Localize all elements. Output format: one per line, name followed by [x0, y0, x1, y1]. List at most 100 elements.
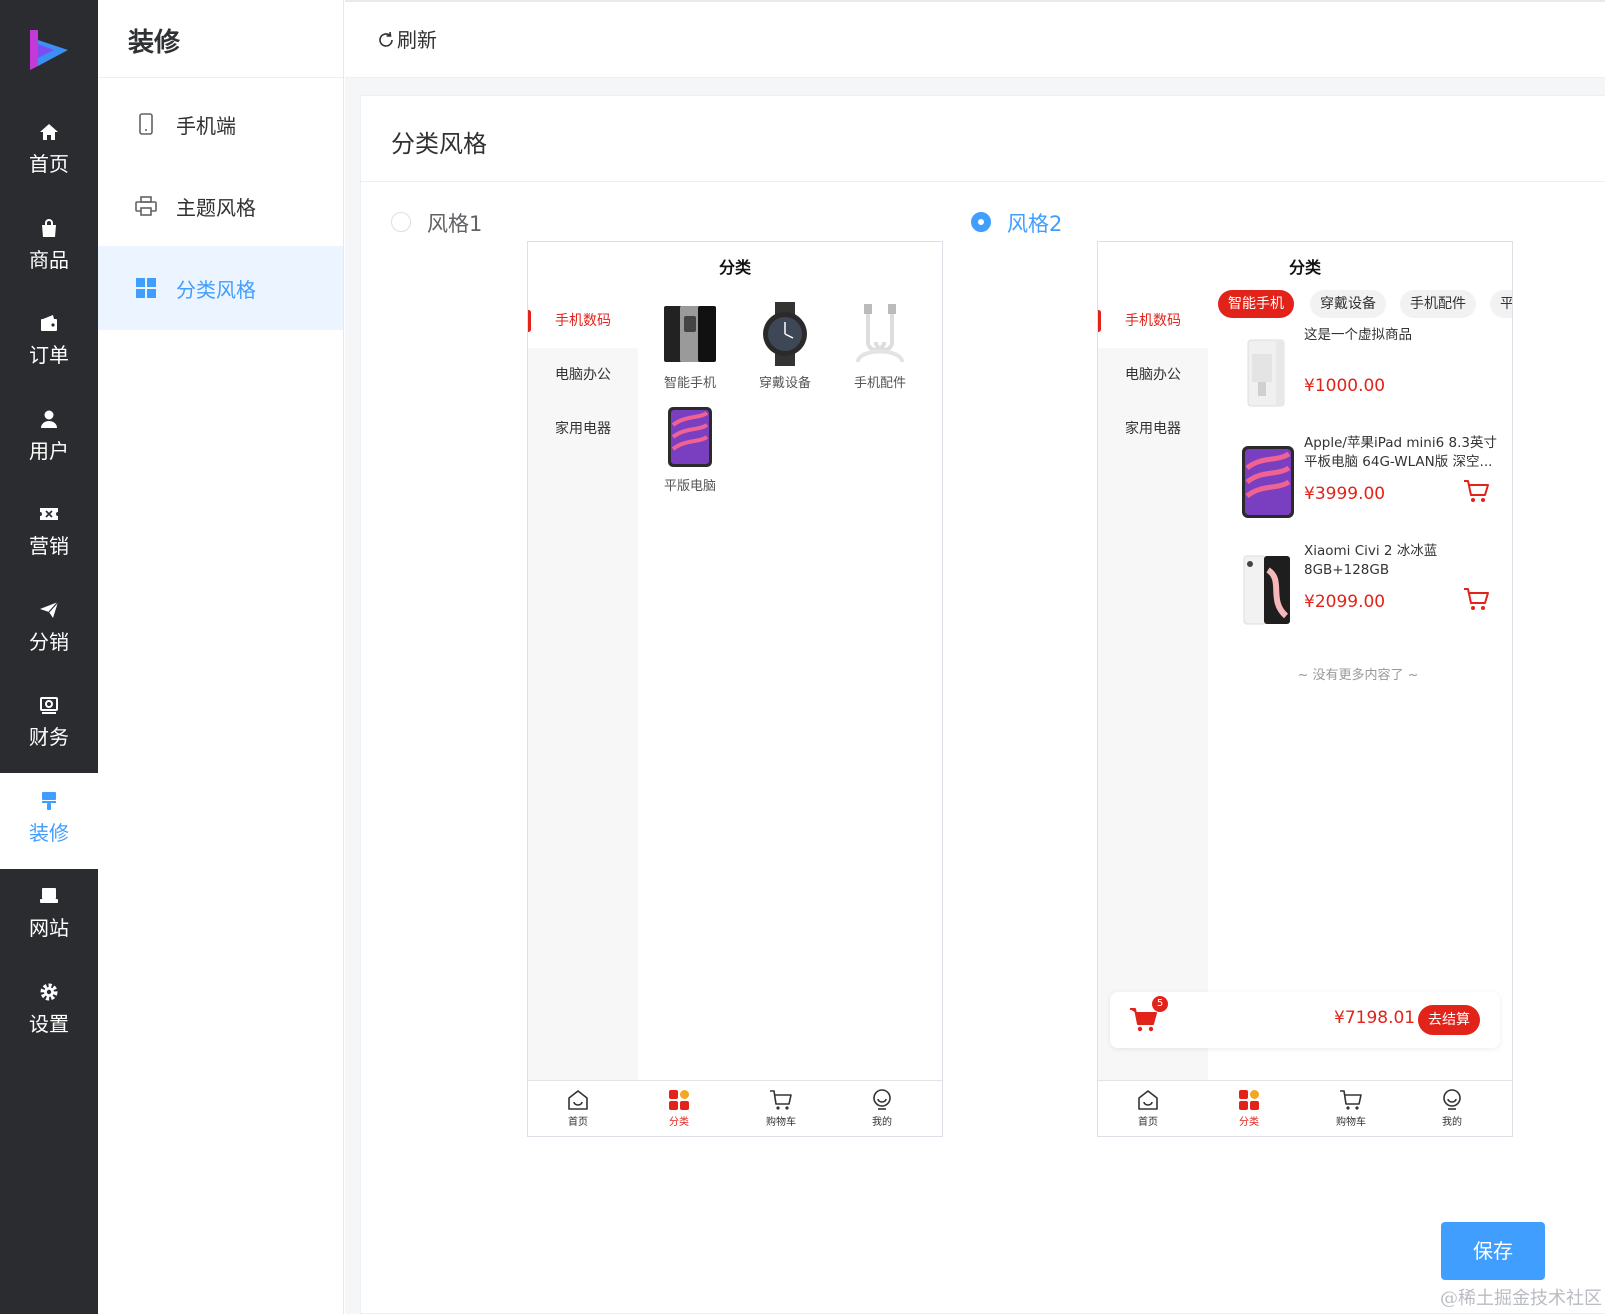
nav-goods-label: 商品 [29, 248, 69, 272]
top-bar: 刷新 [345, 0, 1605, 78]
grid-item-label: 穿戴设备 [758, 376, 811, 391]
category-sidebar: 手机数码 电脑办公 家用电器 [1098, 294, 1208, 1080]
smartphone-product-image [664, 306, 716, 362]
cart-tab-icon [1340, 1090, 1362, 1110]
grid-item-wearable[interactable]: 穿戴设备 [740, 302, 830, 391]
nav-finance[interactable]: 财务 [0, 677, 98, 773]
grid-item-label: 平版电脑 [663, 479, 716, 494]
product-price: ¥1000.00 [1304, 376, 1386, 396]
nav-website[interactable]: 网站 [0, 868, 98, 964]
checkout-button[interactable]: 去结算 [1418, 1005, 1480, 1035]
add-to-cart-icon[interactable] [1462, 586, 1490, 612]
nav-distribution-label: 分销 [29, 630, 69, 654]
nav-decoration-label: 装修 [29, 821, 69, 845]
subcategory-chip[interactable]: 手机配件 [1400, 290, 1476, 318]
category-tab-icon [669, 1090, 689, 1110]
grid-item-tablet[interactable]: 平版电脑 [645, 405, 735, 494]
tab-label: 首页 [568, 1117, 588, 1128]
subcategory-chip[interactable]: 智能手机 [1218, 290, 1294, 318]
category-item[interactable]: 家用电器 [528, 402, 638, 456]
tab-cart[interactable]: 购物车 [751, 1087, 811, 1128]
checkout-bar: 5 ¥7198.01 去结算 [1110, 992, 1500, 1048]
nav-goods[interactable]: 商品 [0, 200, 98, 296]
tab-label: 分类 [1239, 1117, 1259, 1128]
no-more-text: ~ 没有更多内容了 ~ [1297, 668, 1419, 683]
category-item[interactable]: 手机数码 [1098, 294, 1208, 348]
ticket-icon [40, 508, 58, 520]
water-dispenser-product-image [1247, 339, 1285, 407]
category-sidebar: 手机数码 电脑办公 家用电器 [528, 294, 638, 1080]
sub-item-mobile-label: 手机端 [176, 114, 236, 138]
nav-home[interactable]: 首页 [0, 104, 98, 200]
product-price: ¥3999.00 [1304, 484, 1386, 504]
cart-total: ¥7198.01 [1334, 1008, 1416, 1028]
refresh-label: 刷新 [397, 28, 437, 52]
category-item[interactable]: 家用电器 [1098, 402, 1208, 456]
finance-icon [40, 697, 58, 714]
refresh-button[interactable]: 刷新 [377, 24, 437, 53]
category-style-card: 分类风格 风格1 风格2 分类 手机数码 电脑办公 家用电器 智能手机 穿戴设备… [360, 95, 1605, 1314]
subcategory-chip[interactable]: 穿戴设备 [1310, 290, 1386, 318]
sub-item-category-style[interactable]: 分类风格 [98, 246, 343, 330]
main-nav-rail: 首页 商品 订单 用户 营销 分销 财务 装修 网站 设置 [0, 0, 98, 1314]
preview-tabbar: 首页 分类 购物车 我的 [528, 1080, 942, 1136]
wallet-icon [41, 315, 57, 331]
save-button[interactable]: 保存 [1441, 1222, 1545, 1280]
nav-settings[interactable]: 设置 [0, 964, 98, 1060]
product-item[interactable]: Xiaomi Civi 2 冰冰蓝 8GB+128GB ¥2099.00 [1208, 542, 1508, 652]
tab-home[interactable]: 首页 [1118, 1087, 1178, 1128]
brush-icon [42, 792, 56, 810]
product-name: 这是一个虚拟商品 [1304, 327, 1412, 343]
divider [361, 181, 1605, 182]
tab-label: 我的 [1442, 1117, 1462, 1128]
bag-icon [42, 219, 56, 237]
style2-preview[interactable]: 分类 手机数码 电脑办公 家用电器 智能手机 穿戴设备 手机配件 平 这是一个虚… [1097, 241, 1513, 1137]
category-item[interactable]: 手机数码 [528, 294, 638, 348]
nav-users[interactable]: 用户 [0, 391, 98, 487]
nav-marketing[interactable]: 营销 [0, 486, 98, 582]
monitor-icon [40, 888, 58, 903]
nav-distribution[interactable]: 分销 [0, 582, 98, 678]
grid-item-label: 智能手机 [663, 376, 716, 391]
divider [98, 77, 343, 78]
tab-category[interactable]: 分类 [1219, 1087, 1279, 1128]
watch-product-image [763, 302, 807, 366]
sub-item-category-style-label: 分类风格 [176, 278, 256, 302]
tab-label: 购物车 [1336, 1117, 1366, 1128]
category-item[interactable]: 电脑办公 [1098, 348, 1208, 402]
subcategory-chip[interactable]: 平 [1490, 290, 1512, 318]
nav-decoration[interactable]: 装修 [0, 773, 98, 869]
tab-profile[interactable]: 我的 [852, 1087, 912, 1128]
grid-icon [136, 278, 156, 298]
nav-website-label: 网站 [29, 916, 69, 940]
cart-tab-icon [770, 1090, 792, 1110]
tab-profile[interactable]: 我的 [1422, 1087, 1482, 1128]
grid-item-label: 手机配件 [853, 376, 906, 391]
sub-menu-title: 装修 [128, 28, 181, 58]
tab-cart[interactable]: 购物车 [1321, 1087, 1381, 1128]
tab-home[interactable]: 首页 [548, 1087, 608, 1128]
tab-category[interactable]: 分类 [649, 1087, 709, 1128]
nav-orders-label: 订单 [29, 343, 69, 367]
refresh-icon [379, 31, 393, 47]
sub-item-mobile[interactable]: 手机端 [98, 82, 343, 166]
cable-product-image [856, 304, 904, 363]
product-item[interactable]: Apple/苹果iPad mini6 8.3英寸平板电脑 64G-WLAN版 深… [1208, 434, 1508, 544]
tab-label: 购物车 [766, 1117, 796, 1128]
category-item[interactable]: 电脑办公 [528, 348, 638, 402]
product-item[interactable]: 这是一个虚拟商品 ¥1000.00 [1208, 326, 1508, 436]
sub-item-theme-label: 主题风格 [176, 196, 256, 220]
grid-item-accessories[interactable]: 手机配件 [835, 302, 925, 391]
send-icon [40, 601, 59, 618]
tablet-product-image [668, 407, 712, 467]
grid-item-smartphone[interactable]: 智能手机 [645, 302, 735, 391]
nav-orders[interactable]: 订单 [0, 295, 98, 391]
ipad-product-image [1242, 446, 1294, 518]
mobile-icon [139, 113, 153, 135]
profile-tab-icon [873, 1089, 891, 1110]
gear-icon [40, 983, 58, 1001]
nav-home-label: 首页 [29, 152, 69, 176]
style1-preview[interactable]: 分类 手机数码 电脑办公 家用电器 智能手机 穿戴设备 手机配件 平版电脑 首页 [527, 241, 943, 1137]
add-to-cart-icon[interactable] [1462, 478, 1490, 504]
sub-item-theme[interactable]: 主题风格 [98, 164, 343, 248]
